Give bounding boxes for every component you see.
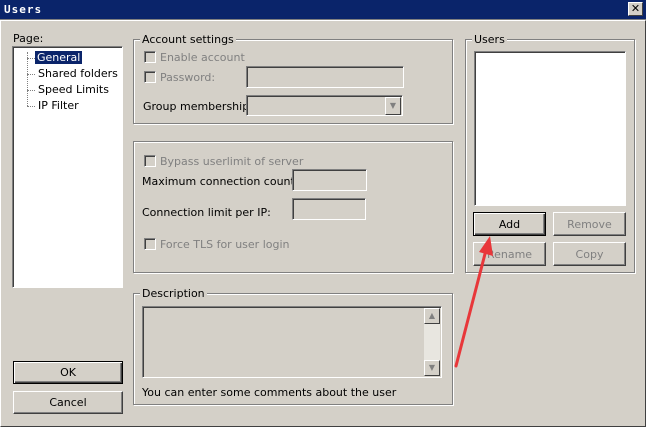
- tree-item-speed-limits[interactable]: Speed Limits: [38, 83, 109, 96]
- window-title: Users: [4, 3, 43, 16]
- users-list[interactable]: [474, 51, 626, 206]
- close-button[interactable]: ✕: [628, 2, 643, 16]
- tree-connector: [27, 58, 35, 59]
- rename-user-button[interactable]: Rename: [473, 242, 546, 266]
- max-connection-label: Maximum connection count:: [142, 175, 299, 188]
- title-bar: Users ✕: [0, 0, 646, 20]
- chevron-down-icon[interactable]: ▼: [385, 97, 401, 115]
- tree-connector: [27, 90, 35, 91]
- users-title: Users: [472, 33, 507, 46]
- tree-item-ip-filter[interactable]: IP Filter: [38, 99, 79, 112]
- group-membership-select[interactable]: ▼: [246, 95, 403, 116]
- description-title: Description: [140, 287, 207, 300]
- enable-account-label: Enable account: [160, 51, 245, 64]
- add-user-button[interactable]: Add: [473, 212, 546, 236]
- bypass-userlimit-checkbox[interactable]: [144, 155, 156, 167]
- page-tree[interactable]: General Shared folders Speed Limits IP F…: [12, 46, 123, 288]
- tree-item-shared-folders[interactable]: Shared folders: [38, 67, 118, 80]
- password-label: Password:: [160, 71, 216, 84]
- account-settings-title: Account settings: [140, 33, 236, 46]
- description-hint: You can enter some comments about the us…: [142, 386, 397, 399]
- tree-connector: [27, 74, 35, 75]
- cancel-button[interactable]: Cancel: [13, 391, 123, 414]
- password-checkbox[interactable]: [144, 71, 156, 83]
- remove-user-button[interactable]: Remove: [553, 212, 626, 236]
- tree-connector: [27, 52, 28, 106]
- ok-button[interactable]: OK: [13, 361, 123, 384]
- close-icon: ✕: [630, 2, 641, 15]
- scroll-up-icon[interactable]: ▲: [424, 308, 440, 324]
- max-connection-input[interactable]: [292, 169, 367, 191]
- connection-per-ip-input[interactable]: [292, 198, 366, 220]
- bypass-userlimit-label: Bypass userlimit of server: [160, 155, 304, 168]
- force-tls-label: Force TLS for user login: [160, 238, 290, 251]
- scroll-down-icon[interactable]: ▼: [424, 360, 440, 376]
- enable-account-checkbox[interactable]: [144, 51, 156, 63]
- force-tls-checkbox[interactable]: [144, 238, 156, 250]
- page-label: Page:: [13, 32, 44, 45]
- description-textarea[interactable]: ▲ ▼: [142, 306, 442, 378]
- tree-connector: [27, 106, 35, 107]
- description-scrollbar[interactable]: ▲ ▼: [424, 308, 440, 376]
- group-membership-label: Group membership:: [143, 100, 253, 113]
- copy-user-button[interactable]: Copy: [553, 242, 626, 266]
- tree-item-general[interactable]: General: [35, 51, 83, 64]
- connection-per-ip-label: Connection limit per IP:: [142, 206, 271, 219]
- password-input[interactable]: [246, 66, 404, 88]
